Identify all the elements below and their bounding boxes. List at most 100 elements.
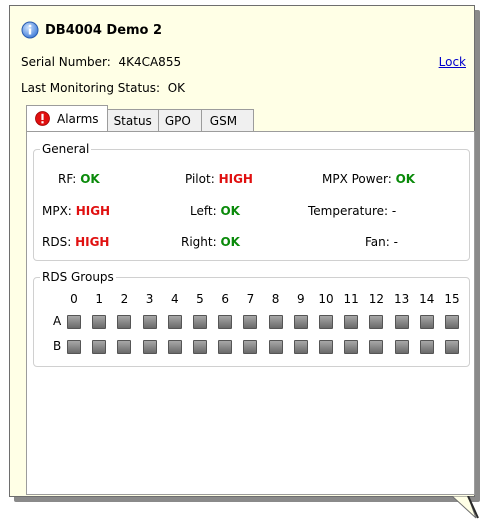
rds-group-indicator xyxy=(67,340,81,354)
tab-gsm[interactable]: GSM xyxy=(200,109,255,131)
rf-label: RF: xyxy=(58,172,77,186)
rds-col-header: 10 xyxy=(318,292,334,306)
rds-group-indicator xyxy=(117,340,132,354)
general-legend: General xyxy=(42,142,90,156)
rds-group-indicator xyxy=(243,340,258,354)
tab-gsm-label: GSM xyxy=(209,113,238,128)
rds-group-indicator xyxy=(193,315,207,329)
rds-group-indicator xyxy=(268,315,283,329)
rds-col-header: 11 xyxy=(343,292,359,306)
right-value: OK xyxy=(220,235,240,249)
temperature-field: Temperature: - xyxy=(308,204,396,218)
mpx-power-value: OK xyxy=(395,172,416,186)
rds-col-header: 4 xyxy=(170,292,179,306)
serial-value: 4K4CA855 xyxy=(118,55,182,69)
rds-group-indicator xyxy=(419,340,434,354)
mpx-power-label: MPX Power: xyxy=(322,172,392,186)
rds-group-indicator xyxy=(293,315,308,329)
left-value: OK xyxy=(220,204,240,218)
rds-col-header: 9 xyxy=(296,292,305,306)
rds-group-indicator xyxy=(319,315,333,329)
serial-number: Serial Number: 4K4CA855 xyxy=(21,55,181,69)
mpx-value: HIGH xyxy=(75,204,111,218)
rds-group-indicator xyxy=(445,340,459,354)
rds-col-header: 5 xyxy=(196,292,204,306)
monitor-label: Last Monitoring Status: xyxy=(21,81,161,95)
alarms-panel: General RF: OK MPX: HIGH RDS: HIGH Pilot… xyxy=(26,131,475,495)
rds-col-header: 7 xyxy=(246,292,255,306)
rds-row-label: B xyxy=(53,339,62,353)
rds-group-indicator xyxy=(344,315,359,329)
rds-col-header: 15 xyxy=(444,292,460,306)
rds-group-indicator xyxy=(394,340,409,354)
rf-value: OK xyxy=(80,172,100,186)
tab-status[interactable]: Status xyxy=(106,109,159,131)
mpx-power-field: MPX Power: OK xyxy=(322,172,415,186)
right-label: Right: xyxy=(181,235,217,249)
tab-alarms-label: Alarms xyxy=(57,111,99,126)
rds-group-indicator xyxy=(67,315,81,329)
pilot-label: Pilot: xyxy=(185,172,215,186)
rds-group-indicator xyxy=(344,340,359,354)
serial-label: Serial Number: xyxy=(21,55,111,69)
rds-group-indicator xyxy=(167,315,182,329)
temperature-label: Temperature: xyxy=(308,204,389,218)
fan-field: Fan: - xyxy=(365,235,398,249)
fan-value: - xyxy=(393,235,398,249)
lock-link[interactable]: Lock xyxy=(439,55,466,69)
rds-group-indicator xyxy=(369,340,384,354)
monitor-value: OK xyxy=(167,81,186,95)
rds-group-indicator xyxy=(167,340,182,354)
rds-groups-legend: RDS Groups xyxy=(42,270,114,284)
rds-value: HIGH xyxy=(75,235,110,249)
rds-col-header: 1 xyxy=(95,292,103,306)
mpx-label: MPX: xyxy=(42,204,72,218)
rds-group-indicator xyxy=(92,315,107,329)
rds-group-indicator xyxy=(394,315,409,329)
info-icon xyxy=(21,21,39,39)
rf-field: RF: OK xyxy=(58,172,100,186)
left-label: Left: xyxy=(190,204,217,218)
rds-col-header: 14 xyxy=(419,292,435,306)
rds-col-header: 2 xyxy=(120,292,129,306)
rds-group-indicator xyxy=(445,315,459,329)
rds-group-indicator xyxy=(218,315,233,329)
rds-group-indicator xyxy=(92,340,107,354)
device-tooltip: DB4004 Demo 2 Serial Number: 4K4CA855 Lo… xyxy=(9,5,475,497)
device-title: DB4004 Demo 2 xyxy=(45,22,163,38)
tooltip-tail-shape xyxy=(452,496,479,519)
rds-group-indicator xyxy=(142,340,157,354)
tab-status-label: Status xyxy=(113,113,152,128)
pilot-value: HIGH xyxy=(218,172,253,186)
rds-group-indicator xyxy=(142,315,157,329)
tab-alarms[interactable]: Alarms xyxy=(26,105,108,131)
rds-label: RDS: xyxy=(42,235,72,249)
rds-group-indicator xyxy=(319,340,333,354)
right-field: Right: OK xyxy=(181,235,240,249)
title-row: DB4004 Demo 2 xyxy=(21,20,162,40)
rds-group-indicator xyxy=(218,340,233,354)
warning-icon xyxy=(35,111,50,126)
rds-group-indicator xyxy=(268,340,283,354)
rds-row-label: A xyxy=(53,314,62,328)
tab-gpo[interactable]: GPO xyxy=(157,109,202,131)
rds-group-indicator xyxy=(369,315,384,329)
rds-col-header: 3 xyxy=(145,292,154,306)
rds-group-indicator xyxy=(193,340,207,354)
rds-col-header: 8 xyxy=(271,292,280,306)
rds-col-header: 6 xyxy=(221,292,229,306)
mpx-field: MPX: HIGH xyxy=(42,204,110,218)
rds-group-indicator xyxy=(293,340,308,354)
rds-col-header: 0 xyxy=(70,292,78,306)
temperature-value: - xyxy=(391,204,397,218)
tab-bar: Alarms Status GPO GSM xyxy=(26,105,255,131)
rds-group-indicator xyxy=(117,315,132,329)
rds-field: RDS: HIGH xyxy=(42,235,109,249)
fan-label: Fan: xyxy=(365,235,390,249)
rds-group-indicator xyxy=(419,315,434,329)
rds-col-header: 12 xyxy=(368,292,385,306)
rds-col-header: 13 xyxy=(393,292,410,306)
tab-gpo-label: GPO xyxy=(164,113,191,128)
monitoring-status: Last Monitoring Status: OK xyxy=(21,81,185,95)
rds-group-indicator xyxy=(243,315,258,329)
